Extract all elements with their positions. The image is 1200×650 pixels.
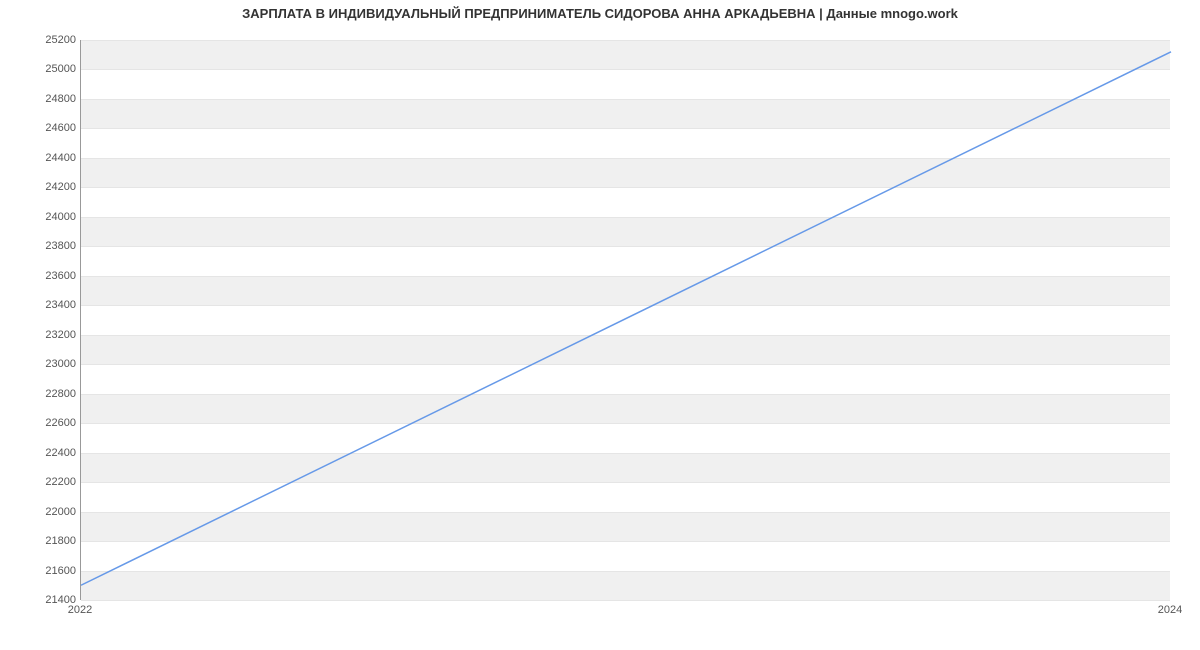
y-tick-label: 21600: [6, 565, 76, 577]
x-tick-label: 2024: [1158, 604, 1182, 616]
y-tick-label: 25000: [6, 63, 76, 75]
y-tick-label: 24200: [6, 181, 76, 193]
y-tick-label: 24400: [6, 152, 76, 164]
y-tick-label: 21400: [6, 594, 76, 606]
y-tick-label: 23600: [6, 270, 76, 282]
chart-container: ЗАРПЛАТА В ИНДИВИДУАЛЬНЫЙ ПРЕДПРИНИМАТЕЛ…: [0, 0, 1200, 650]
y-tick-label: 21800: [6, 535, 76, 547]
plot-area: [80, 40, 1170, 600]
y-tick-label: 25200: [6, 34, 76, 46]
y-tick-label: 23000: [6, 358, 76, 370]
y-tick-label: 24600: [6, 122, 76, 134]
chart-line-layer: [81, 40, 1170, 599]
y-tick-label: 22800: [6, 388, 76, 400]
y-tick-label: 22600: [6, 417, 76, 429]
y-tick-label: 22200: [6, 476, 76, 488]
chart-title: ЗАРПЛАТА В ИНДИВИДУАЛЬНЫЙ ПРЕДПРИНИМАТЕЛ…: [0, 6, 1200, 21]
x-tick-label: 2022: [68, 604, 92, 616]
y-tick-label: 24800: [6, 93, 76, 105]
y-tick-label: 23400: [6, 299, 76, 311]
series-line: [81, 52, 1171, 585]
y-tick-label: 24000: [6, 211, 76, 223]
y-tick-label: 22000: [6, 506, 76, 518]
y-tick-label: 22400: [6, 447, 76, 459]
y-tick-label: 23200: [6, 329, 76, 341]
grid-line: [81, 600, 1170, 601]
y-tick-label: 23800: [6, 240, 76, 252]
